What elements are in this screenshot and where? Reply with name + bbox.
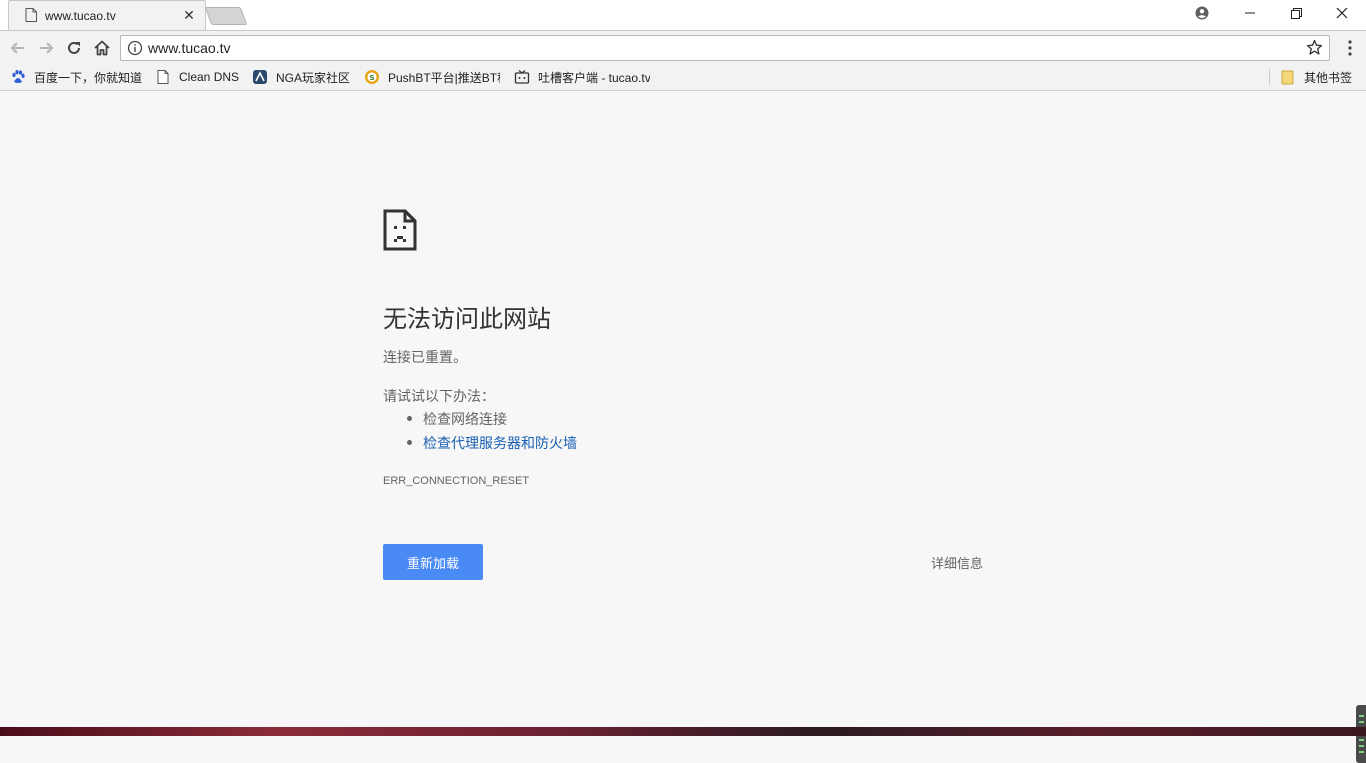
restore-icon[interactable] (1282, 4, 1310, 22)
tab-tucao[interactable]: www.tucao.tv ✕ (8, 0, 206, 30)
tv-icon (514, 70, 530, 84)
bookmark-label: 吐槽客户端 - tucao.tv (538, 70, 650, 85)
bookmark-label: Clean DNS (179, 70, 240, 84)
svg-text:S: S (369, 74, 374, 82)
reload-icon[interactable] (65, 39, 83, 57)
profile-icon[interactable] (1188, 4, 1216, 22)
bookmarks-bar: 百度一下，你就知道 Clean DNS NGA玩家社区 S PushBT平台|推… (0, 64, 1366, 91)
bookmarks-separator (1269, 69, 1270, 85)
toolbar: www.tucao.tv (0, 30, 1366, 65)
error-page: 无法访问此网站 连接已重置。 请试试以下办法： 检查网络连接 检查代理服务器和防… (0, 91, 1366, 763)
bookmark-other-folder[interactable]: 其他书签 (1280, 68, 1352, 86)
error-code: ERR_CONNECTION_RESET (383, 475, 530, 487)
suggestions-heading: 请试试以下办法： (383, 388, 495, 404)
bookmark-clean-dns[interactable]: Clean DNS (155, 68, 239, 86)
bookmark-label: 其他书签 (1304, 70, 1353, 85)
baidu-paw-icon (12, 70, 25, 83)
minimize-icon[interactable] (1236, 4, 1264, 22)
tab-title: www.tucao.tv (45, 9, 116, 23)
bookmark-nga[interactable]: NGA玩家社区 (252, 68, 350, 86)
bookmark-label: 百度一下，你就知道 (34, 70, 143, 85)
nga-icon (253, 70, 267, 84)
window-close-icon[interactable] (1328, 4, 1356, 22)
pushbt-icon: S (365, 70, 379, 84)
folder-icon (1281, 70, 1294, 85)
url-text[interactable]: www.tucao.tv (148, 40, 230, 56)
suggestion-check-proxy-link[interactable]: 检查代理服务器和防火墙 (383, 433, 577, 457)
reload-button[interactable]: 重新加载 (383, 544, 483, 580)
address-bar[interactable]: www.tucao.tv (120, 35, 1330, 61)
tab-strip: www.tucao.tv ✕ (0, 0, 1366, 30)
back-arrow-icon[interactable] (9, 39, 27, 57)
forward-arrow-icon[interactable] (37, 39, 55, 57)
suggestions-list: 检查网络连接 检查代理服务器和防火墙 (383, 409, 577, 457)
bookmark-pushbt[interactable]: S PushBT平台|推送BT种 (364, 68, 500, 86)
bookmark-star-icon[interactable] (1306, 39, 1323, 56)
bookmark-label: PushBT平台|推送BT种 (388, 70, 500, 85)
info-icon[interactable] (127, 40, 143, 56)
document-icon (25, 8, 37, 22)
bookmark-baidu[interactable]: 百度一下，你就知道 (10, 68, 142, 86)
taskbar (0, 727, 1366, 736)
tab-close-icon[interactable]: ✕ (181, 7, 197, 23)
page-icon (157, 70, 169, 84)
sad-page-icon (383, 209, 417, 251)
bookmark-tucao-client[interactable]: 吐槽客户端 - tucao.tv (514, 68, 650, 86)
home-icon[interactable] (93, 39, 111, 57)
suggestion-check-network: 检查网络连接 (383, 409, 577, 433)
error-description: 连接已重置。 (383, 349, 467, 365)
error-title: 无法访问此网站 (383, 306, 551, 333)
menu-kebab-icon[interactable] (1342, 39, 1358, 57)
details-button[interactable]: 详细信息 (920, 544, 994, 580)
bookmark-label: NGA玩家社区 (276, 70, 351, 85)
new-tab-button[interactable] (204, 7, 248, 25)
